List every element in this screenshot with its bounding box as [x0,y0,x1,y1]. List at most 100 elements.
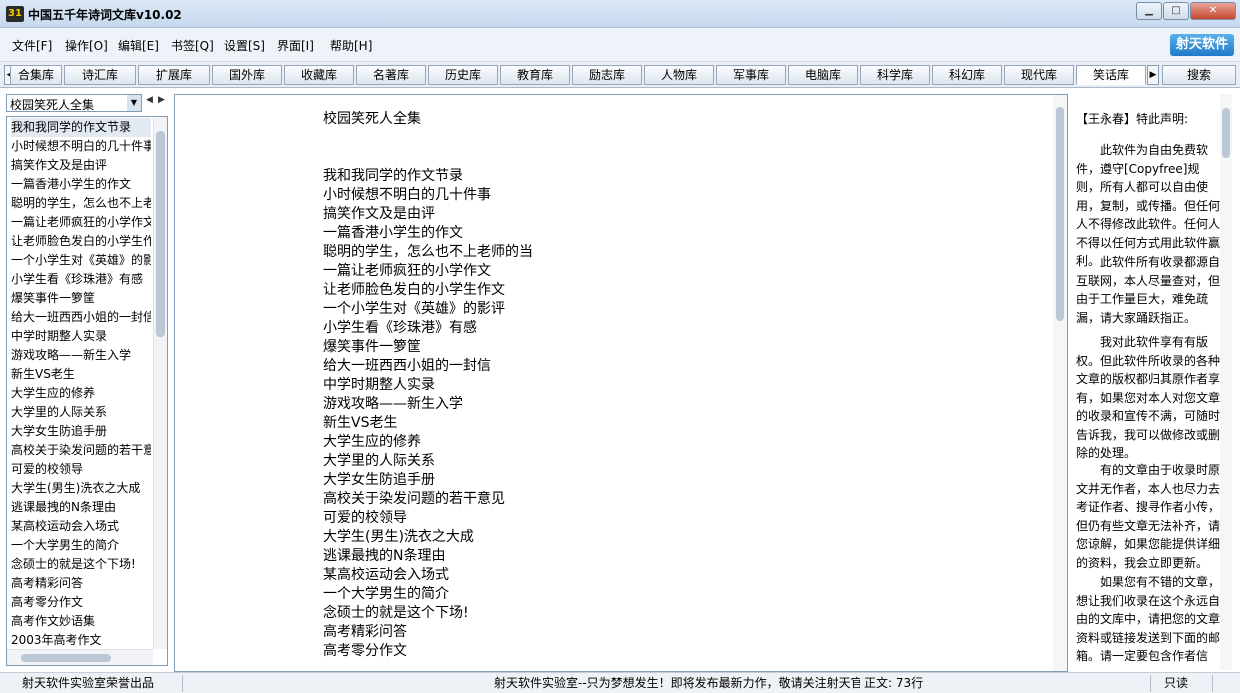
list-item[interactable]: 高考作文妙语集 [11,612,151,631]
status-line-count: 正文: 73行 [864,676,924,690]
document-title: 校园笑死人全集 [323,111,421,127]
menu-operate[interactable]: 操作[O] [65,37,108,54]
status-divider [1150,675,1151,692]
list-item[interactable]: 高考精彩问答 [11,574,151,593]
window-controls: ▁ □ ✕ [1135,2,1236,20]
list-item[interactable]: 可爱的校领导 [11,460,151,479]
tab-people[interactable]: 人物库 [644,65,714,85]
document-line: 高校关于染发问题的若干意见 [323,491,505,507]
status-credit: 射天软件实验室荣誉出品 [22,676,155,690]
list-item[interactable]: 小学生看《珍珠港》有感 [11,270,151,289]
notice-title: 【王永春】特此声明: [1076,112,1189,126]
brand-logo[interactable]: 射天软件 [1170,34,1234,56]
tab-computer[interactable]: 电脑库 [788,65,858,85]
notice-paragraph: 如果您有不错的文章，想让我们收录在这个永远自由的文库中，请把您的文章资料或链接发… [1076,575,1221,663]
list-item[interactable]: 逃课最拽的N条理由 [11,498,151,517]
article-list[interactable]: 我和我同学的作文节录 小时候想不明白的几十件事 搞笑作文及是由评 一篇香港小学生的作文… [6,116,168,666]
search-button[interactable]: 搜索 [1162,65,1236,85]
tab-extension[interactable]: 扩展库 [138,65,210,85]
tab-jokes[interactable]: 笑话库 [1076,65,1146,85]
chevron-down-icon[interactable]: ▼ [127,95,141,111]
list-item[interactable]: 一篇香港小学生的作文 [11,175,151,194]
notice-paragraph: 有的文章由于收录时原文并无作者，本人也尽力去考证作者、搜寻作者小传，但仍有些文章… [1076,463,1221,570]
title-bar[interactable]: 31 中国五千年诗词文库v10.02 ▁ □ ✕ [0,0,1240,28]
document-line: 高考精彩问答 [323,624,407,640]
document-line: 搞笑作文及是由评 [323,206,435,222]
notice-paragraph: 此软件所有收录都源自互联网，本人尽量查对，但由于工作量巨大，难免疏漏，请大家踊跃… [1076,255,1221,325]
list-scroll-thumb[interactable] [156,131,165,337]
tab-foreign[interactable]: 国外库 [212,65,282,85]
tab-scroll-right-icon[interactable]: ▶ [1147,65,1159,85]
tab-scifi[interactable]: 科幻库 [932,65,1002,85]
document-line: 逃课最拽的N条理由 [323,548,446,564]
status-divider [1212,675,1213,692]
close-button[interactable]: ✕ [1190,2,1236,20]
prev-arrow-icon[interactable]: ◀ [146,95,153,105]
tab-classics[interactable]: 名著库 [356,65,426,85]
list-item[interactable]: 小时候想不明白的几十件事 [11,137,151,156]
list-item[interactable]: 我和我同学的作文节录 [11,118,151,137]
list-item[interactable]: 给大一班西西小姐的一封信 [11,308,151,327]
document-scrollbar[interactable] [1053,95,1067,671]
document-view[interactable]: 校园笑死人全集 我和我同学的作文节录 小时候想不明白的几十件事 搞笑作文及是由评 一篇… [174,94,1068,672]
list-item[interactable]: 念硕士的就是这个下场! [11,555,151,574]
list-item[interactable]: 新生VS老生 [11,365,151,384]
notice-scrollbar[interactable] [1220,94,1232,670]
list-item[interactable]: 一个大学男生的简介 [11,536,151,555]
list-item[interactable]: 聪明的学生，怎么也不上老师的当 [11,194,151,213]
next-arrow-icon[interactable]: ▶ [158,95,165,105]
document-line: 高考零分作文 [323,643,407,659]
document-line: 可爱的校领导 [323,510,407,526]
tab-science[interactable]: 科学库 [860,65,930,85]
list-item[interactable]: 大学里的人际关系 [11,403,151,422]
document-line: 新生VS老生 [323,415,398,431]
list-item[interactable]: 一个小学生对《英雄》的影评 [11,251,151,270]
app-logo-icon: 31 [6,6,24,22]
tab-military[interactable]: 军事库 [716,65,786,85]
tab-modern[interactable]: 现代库 [1004,65,1074,85]
document-line: 一个大学男生的简介 [323,586,449,602]
list-item[interactable]: 某高校运动会入场式 [11,517,151,536]
tab-education[interactable]: 教育库 [500,65,570,85]
status-bar: 射天软件实验室荣誉出品 射天软件实验室--只为梦想发生！即将发布最新力作，敬请关… [0,672,1240,693]
document-line: 一个小学生对《英雄》的影评 [323,301,505,317]
tab-favorites[interactable]: 收藏库 [284,65,354,85]
document-scroll-thumb[interactable] [1056,107,1064,321]
document-line: 游戏攻略——新生入学 [323,396,463,412]
tab-collection[interactable]: 合集库 [10,65,62,85]
document-line: 爆笑事件一箩筐 [323,339,421,355]
list-hscroll-thumb[interactable] [21,654,111,662]
list-item[interactable]: 大学生(男生)洗衣之大成 [11,479,151,498]
menu-bookmark[interactable]: 书签[Q] [171,37,214,54]
tab-poetry[interactable]: 诗汇库 [64,65,136,85]
menu-help[interactable]: 帮助[H] [330,37,372,54]
notice-scroll-thumb[interactable] [1222,108,1230,158]
list-item[interactable]: 高考零分作文 [11,593,151,612]
list-item[interactable]: 高校关于染发问题的若干意见 [11,441,151,460]
maximize-button[interactable]: □ [1163,2,1189,20]
list-item[interactable]: 一篇让老师疯狂的小学作文 [11,213,151,232]
status-marquee: 射天软件实验室--只为梦想发生！即将发布最新力作，敬请关注射天官 [494,676,860,690]
list-horizontal-scrollbar[interactable] [7,649,153,665]
minimize-button[interactable]: ▁ [1136,2,1162,20]
collection-select[interactable]: 校园笑死人全集 ▼ [6,94,142,112]
list-vertical-scrollbar[interactable] [153,117,167,649]
list-item[interactable]: 搞笑作文及是由评 [11,156,151,175]
list-item[interactable]: 大学女生防追手册 [11,422,151,441]
list-item[interactable]: 2003年高考作文 [11,631,151,650]
menu-settings[interactable]: 设置[S] [224,37,265,54]
menu-interface[interactable]: 界面[I] [277,37,314,54]
notice-paragraph: 我对此软件享有有版权。但此软件所收录的各种文章的版权都归其原作者享有，如果您对本… [1076,335,1221,460]
menu-edit[interactable]: 编辑[E] [118,37,159,54]
menu-file[interactable]: 文件[F] [12,37,52,54]
document-line: 小时候想不明白的几十件事 [323,187,491,203]
notice-panel: 【王永春】特此声明: 此软件为自由免费软件，遵守[Copyfree]规则，所有人… [1070,94,1236,672]
tab-inspiration[interactable]: 励志库 [572,65,642,85]
list-item[interactable]: 让老师脸色发白的小学生作文 [11,232,151,251]
tab-history[interactable]: 历史库 [428,65,498,85]
list-item[interactable]: 游戏攻略——新生入学 [11,346,151,365]
document-line: 小学生看《珍珠港》有感 [323,320,477,336]
list-item[interactable]: 爆笑事件一箩筐 [11,289,151,308]
list-item[interactable]: 中学时期整人实录 [11,327,151,346]
list-item[interactable]: 大学生应的修养 [11,384,151,403]
